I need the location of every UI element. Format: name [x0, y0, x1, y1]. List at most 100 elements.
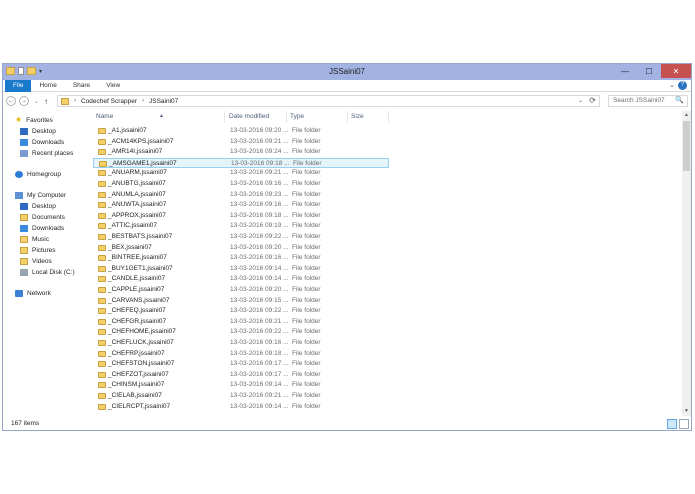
expand-ribbon-icon[interactable]: ⌄	[669, 81, 675, 89]
file-date-modified: 13-03-2016 09:24 ...	[230, 148, 289, 156]
file-date-modified: 13-03-2016 09:23 ...	[230, 190, 289, 198]
column-divider[interactable]	[347, 111, 348, 123]
file-row[interactable]: _BUY1GET1,jssaini07 13-03-2016 09:14 ... F…	[93, 264, 389, 275]
column-divider[interactable]	[286, 111, 287, 123]
file-row[interactable]: _APPROX,jssaini07 13-03-2016 09:18 ... Fil…	[93, 211, 389, 222]
file-row[interactable]: _CHEFZOT,jssaini07 13-03-2016 09:17 ... Fi…	[93, 370, 389, 381]
sidebar-item-favorites[interactable]: ★ Favorites	[15, 115, 53, 125]
scrollbar-thumb[interactable]	[683, 121, 690, 171]
sidebar-item-recent-places[interactable]: Recent places	[20, 148, 73, 158]
sidebar-item-my-computer[interactable]: My Computer	[15, 190, 66, 200]
large-icons-view-icon[interactable]	[679, 419, 689, 429]
file-type: File folder	[292, 222, 321, 230]
sidebar-item-downloads-pc[interactable]: Downloads	[20, 223, 64, 233]
scroll-down-icon[interactable]: ▼	[682, 407, 691, 416]
sidebar-item-desktop[interactable]: Desktop	[20, 126, 56, 136]
file-date-modified: 13-03-2016 09:21 ...	[230, 392, 289, 399]
column-header-name[interactable]: Name	[96, 113, 113, 120]
file-row[interactable]: _BEX,jssaini07 13-03-2016 09:20 ... File f…	[93, 243, 389, 254]
file-row[interactable]: _CARVANS,jssaini07 13-03-2016 09:15 ... Fi…	[93, 296, 389, 307]
file-row[interactable]: _ATTIC,jssaini07 13-03-2016 09:19 ... File…	[93, 221, 389, 232]
file-row[interactable]: _CIELRCPT,jssaini07 13-03-2016 09:14 ... F…	[93, 402, 389, 413]
tab-share[interactable]: Share	[65, 80, 98, 92]
breadcrumb-codechef-scrapper[interactable]: Codechef Scrapper	[81, 98, 137, 105]
sidebar-item-music[interactable]: Music	[20, 234, 49, 244]
details-view-icon[interactable]	[667, 419, 677, 429]
folder-icon	[98, 265, 106, 272]
search-input[interactable]: Search JSSaini07 🔍	[608, 95, 688, 107]
address-bar[interactable]: › Codechef Scrapper › JSSaini07 ⌄ ⟳	[57, 95, 600, 107]
file-row[interactable]: _ACM14KPS,jssaini07 13-03-2016 09:21 ... F…	[93, 137, 389, 148]
breadcrumb-jssaini07[interactable]: JSSaini07	[149, 98, 178, 105]
file-row[interactable]: _CIELAB,jssaini07 13-03-2016 09:21 ... Fil…	[93, 391, 389, 402]
column-header-size[interactable]: Size	[351, 113, 364, 120]
file-row[interactable]: _CHINSM,jssaini07 13-03-2016 09:14 ... Fil…	[93, 380, 389, 391]
up-button[interactable]: ↑	[44, 97, 48, 106]
file-row[interactable]: _CHEFSTON,jssaini07 13-03-2016 09:17 ... F…	[93, 359, 389, 370]
file-row[interactable]: _ANUMLA,jssaini07 13-03-2016 09:23 ... Fil…	[93, 190, 389, 201]
forward-button[interactable]: →	[19, 96, 29, 106]
sidebar-item-homegroup[interactable]: Homegroup	[15, 169, 61, 179]
file-type: File folder	[292, 211, 321, 219]
sidebar-item-downloads[interactable]: Downloads	[20, 137, 64, 147]
file-date-modified: 13-03-2016 09:16 ...	[230, 180, 289, 187]
column-divider[interactable]	[224, 111, 225, 123]
search-icon[interactable]: 🔍	[675, 96, 684, 106]
navigation-pane: ★ Favorites Desktop Downloads Recent pla…	[3, 111, 91, 416]
column-divider[interactable]	[388, 111, 389, 123]
file-row[interactable]: _BINTREE,jssaini07 13-03-2016 09:16 ... Fi…	[93, 253, 389, 264]
file-date-modified: 13-03-2016 09:20 ...	[230, 243, 289, 251]
back-button[interactable]: ←	[6, 96, 16, 106]
file-row[interactable]: _CANDLE,jssaini07 13-03-2016 09:14 ... Fil…	[93, 274, 389, 285]
sidebar-item-local-disk[interactable]: Local Disk (C:)	[20, 267, 75, 277]
help-icon[interactable]: ?	[678, 81, 687, 90]
drive-icon	[20, 268, 28, 276]
breadcrumb-separator-icon[interactable]: ›	[74, 98, 76, 104]
sidebar-item-desktop-pc[interactable]: Desktop	[20, 201, 56, 211]
file-date-modified: 13-03-2016 09:22 ...	[230, 328, 289, 336]
recent-locations-icon[interactable]: ⌄	[34, 98, 39, 105]
file-row[interactable]: _CHEFEQ,jssaini07 13-03-2016 09:22 ... Fil…	[93, 306, 389, 317]
scroll-up-icon[interactable]: ▲	[682, 111, 691, 120]
file-row[interactable]: _ANUARM,jssaini07 13-03-2016 09:21 ... Fil…	[93, 168, 389, 179]
file-row[interactable]: _CHEFGR,jssaini07 13-03-2016 09:21 ... Fil…	[93, 317, 389, 328]
file-row[interactable]: _CHEFLUCK,jssaini07 13-03-2016 09:16 ... F…	[93, 338, 389, 349]
file-row[interactable]: _ANUWTA,jssaini07 13-03-2016 09:16 ... Fil…	[93, 200, 389, 211]
sidebar-item-videos[interactable]: Videos	[20, 256, 52, 266]
file-row[interactable]: _CHEFHOME,jssaini07 13-03-2016 09:22 ... F…	[93, 327, 389, 338]
maximize-button[interactable]: ☐	[637, 64, 661, 78]
file-row[interactable]: _AMR14I,jssaini07 13-03-2016 09:24 ... Fil…	[93, 147, 389, 158]
minimize-button[interactable]: —	[613, 64, 637, 78]
column-header-type[interactable]: Type	[290, 113, 304, 120]
recent-places-icon	[20, 149, 28, 157]
file-row[interactable]: _CHEFRP,jssaini07 13-03-2016 09:18 ... Fil…	[93, 349, 389, 360]
folder-icon	[98, 244, 106, 251]
tab-view[interactable]: View	[98, 80, 128, 92]
folder-icon	[98, 382, 106, 389]
close-button[interactable]: ✕	[661, 64, 691, 78]
breadcrumb-separator-icon[interactable]: ›	[142, 98, 144, 104]
file-row[interactable]: _BESTBATS,jssaini07 13-03-2016 09:22 ... F…	[93, 232, 389, 243]
file-date-modified: 13-03-2016 09:18 ...	[230, 349, 289, 357]
folder-icon	[98, 276, 106, 283]
folder-icon	[98, 350, 106, 357]
address-dropdown-icon[interactable]: ⌄	[578, 97, 583, 104]
tab-home[interactable]: Home	[31, 80, 64, 92]
refresh-icon[interactable]: ⟳	[589, 96, 596, 105]
file-type: File folder	[292, 360, 321, 368]
sidebar-item-label: Homegroup	[27, 170, 61, 178]
file-type: File folder	[292, 349, 321, 357]
file-name: _BINTREE,jssaini07	[108, 254, 167, 262]
sidebar-item-network[interactable]: Network	[15, 288, 51, 298]
title-bar: ▾ JSSaini07 — ☐ ✕	[3, 64, 691, 80]
file-row[interactable]: _CAPPLE,jssaini07 13-03-2016 09:20 ... Fil…	[93, 285, 389, 296]
tab-file[interactable]: File	[5, 79, 32, 92]
file-name: _CHEFEQ,jssaini07	[108, 307, 166, 315]
column-header-date[interactable]: Date modified	[229, 113, 269, 120]
file-row[interactable]: _AMSGAME1,jssaini07 13-03-2016 09:18 ... F…	[93, 157, 389, 169]
file-row[interactable]: _A1,jssaini07 13-03-2016 09:20 ... File fo…	[93, 126, 389, 137]
sidebar-item-pictures[interactable]: Pictures	[20, 245, 55, 255]
sidebar-item-documents[interactable]: Documents	[20, 212, 65, 222]
file-row[interactable]: _ANUBTG,jssaini07 13-03-2016 09:16 ... Fil…	[93, 179, 389, 190]
vertical-scrollbar[interactable]: ▲ ▼	[682, 111, 691, 416]
